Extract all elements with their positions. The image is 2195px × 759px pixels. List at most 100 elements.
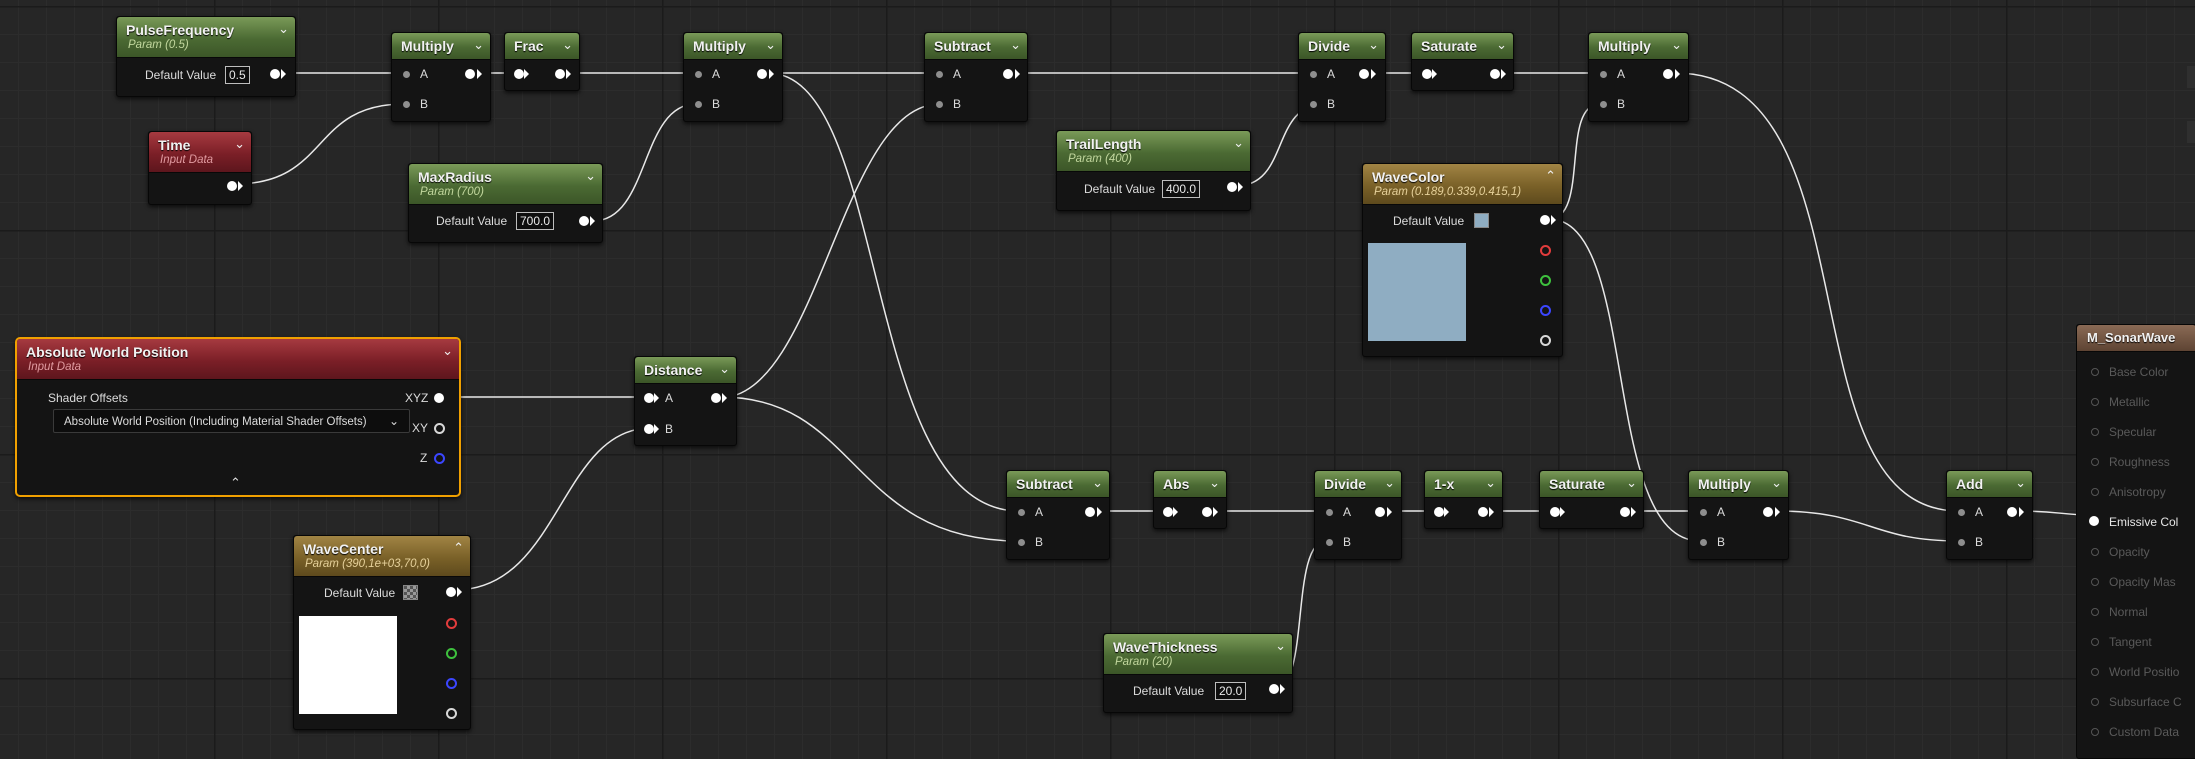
node-header[interactable]: Add ⌄	[1947, 471, 2032, 498]
node-header[interactable]: Absolute World Position Input Data ⌄	[17, 339, 459, 380]
node-header[interactable]: Time Input Data ⌄	[149, 132, 251, 173]
node-header[interactable]: WaveThickness Param (20) ⌄	[1104, 634, 1292, 675]
output-pin-r[interactable]	[446, 618, 457, 629]
node-frac[interactable]: Frac ⌄	[504, 32, 580, 91]
material-input-pin[interactable]	[2091, 608, 2099, 616]
node-header[interactable]: TrailLength Param (400) ⌄	[1057, 131, 1250, 172]
output-pin[interactable]	[270, 69, 280, 79]
input-pin-b[interactable]	[695, 101, 702, 108]
output-pin[interactable]	[465, 69, 475, 79]
material-input-pin[interactable]	[2089, 516, 2099, 526]
output-pin-rgb[interactable]	[1540, 215, 1550, 225]
node-wave-center[interactable]: WaveCenter Param (390,1e+03,70,0) ⌃ Defa…	[293, 535, 471, 730]
chevron-down-icon[interactable]: ⌄	[1671, 38, 1682, 52]
node-trail-length[interactable]: TrailLength Param (400) ⌄ Default Value …	[1056, 130, 1251, 211]
chevron-up-icon[interactable]: ⌃	[453, 541, 464, 555]
node-header[interactable]: Abs ⌄	[1154, 471, 1226, 498]
chevron-down-icon[interactable]: ⌄	[1368, 38, 1379, 52]
node-header[interactable]: Saturate ⌄	[1412, 33, 1513, 60]
scroll-tab-top[interactable]	[2187, 66, 2195, 88]
output-pin-a[interactable]	[1540, 335, 1551, 346]
output-pin[interactable]	[1490, 69, 1500, 79]
node-subtract-1[interactable]: Subtract ⌄ A B	[924, 32, 1028, 122]
output-pin[interactable]	[1663, 69, 1673, 79]
default-value-field[interactable]: 0.5	[225, 66, 250, 84]
input-pin-a[interactable]	[1958, 509, 1965, 516]
default-value-field[interactable]: 400.0	[1162, 180, 1201, 198]
output-pin-g[interactable]	[1540, 275, 1551, 286]
node-saturate-1[interactable]: Saturate ⌄	[1411, 32, 1514, 91]
node-wave-color[interactable]: WaveColor Param (0.189,0.339,0.415,1) ⌃ …	[1362, 163, 1563, 357]
output-pin-a[interactable]	[446, 708, 457, 719]
node-wave-thickness[interactable]: WaveThickness Param (20) ⌄ Default Value…	[1103, 633, 1293, 713]
chevron-down-icon[interactable]: ⌄	[1485, 476, 1496, 490]
node-header[interactable]: Subtract ⌄	[925, 33, 1027, 60]
input-pin-b[interactable]	[1958, 539, 1965, 546]
chevron-down-icon[interactable]: ⌄	[1496, 38, 1507, 52]
input-pin-b[interactable]	[644, 424, 654, 434]
node-pulse-frequency[interactable]: PulseFrequency Param (0.5) ⌄ Default Val…	[116, 16, 296, 97]
input-pin-a[interactable]	[936, 71, 943, 78]
output-pin[interactable]	[1227, 182, 1237, 192]
node-header[interactable]: Multiply ⌄	[392, 33, 490, 60]
node-time[interactable]: Time Input Data ⌄	[148, 131, 252, 205]
chevron-down-icon[interactable]: ⌄	[585, 169, 596, 183]
node-multiply-4[interactable]: Multiply ⌄ A B	[1688, 470, 1789, 560]
chevron-down-icon[interactable]: ⌄	[1384, 476, 1395, 490]
color-swatch-small[interactable]	[403, 585, 418, 600]
input-pin-b[interactable]	[936, 101, 943, 108]
chevron-down-icon[interactable]: ⌄	[1092, 476, 1103, 490]
input-pin[interactable]	[1163, 507, 1173, 517]
input-pin-b[interactable]	[1326, 539, 1333, 546]
node-header[interactable]: PulseFrequency Param (0.5) ⌄	[117, 17, 295, 58]
material-input-pin[interactable]	[2091, 728, 2099, 736]
material-input-pin[interactable]	[2091, 398, 2099, 406]
chevron-down-icon[interactable]: ⌄	[1771, 476, 1782, 490]
output-pin-b[interactable]	[446, 678, 457, 689]
output-pin[interactable]	[1269, 684, 1279, 694]
chevron-down-icon[interactable]: ⌄	[719, 362, 730, 376]
default-value-field[interactable]: 20.0	[1215, 682, 1247, 700]
node-header[interactable]: Multiply ⌄	[1689, 471, 1788, 498]
input-pin-b[interactable]	[1600, 101, 1607, 108]
node-distance[interactable]: Distance ⌄ A B	[634, 356, 737, 446]
chevron-up-icon[interactable]: ⌃	[1545, 169, 1556, 183]
chevron-down-icon[interactable]: ⌄	[442, 344, 453, 358]
output-pin[interactable]	[711, 393, 721, 403]
color-swatch-small[interactable]	[1474, 213, 1489, 228]
chevron-down-icon[interactable]: ⌄	[473, 38, 484, 52]
output-pin[interactable]	[1085, 507, 1095, 517]
node-header[interactable]: M_SonarWave	[2077, 325, 2195, 352]
output-pin[interactable]	[1478, 507, 1488, 517]
node-header[interactable]: Divide ⌄	[1299, 33, 1385, 60]
input-pin-a[interactable]	[1600, 71, 1607, 78]
output-pin-r[interactable]	[1540, 245, 1551, 256]
node-divide-2[interactable]: Divide ⌄ A B	[1314, 470, 1402, 560]
input-pin-b[interactable]	[1018, 539, 1025, 546]
input-pin-a[interactable]	[1700, 509, 1707, 516]
output-pin[interactable]	[555, 69, 565, 79]
node-header[interactable]: Multiply ⌄	[684, 33, 782, 60]
output-pin[interactable]	[1003, 69, 1013, 79]
node-subtract-2[interactable]: Subtract ⌄ A B	[1006, 470, 1110, 560]
node-saturate-2[interactable]: Saturate ⌄	[1539, 470, 1644, 529]
output-pin[interactable]	[1375, 507, 1385, 517]
output-pin-xyz[interactable]	[434, 393, 444, 403]
material-input-pin[interactable]	[2091, 578, 2099, 586]
output-pin-rgb[interactable]	[446, 587, 456, 597]
output-pin-b[interactable]	[1540, 305, 1551, 316]
node-one-minus[interactable]: 1-x ⌄	[1424, 470, 1503, 529]
input-pin-b[interactable]	[403, 101, 410, 108]
output-pin[interactable]	[579, 216, 589, 226]
input-pin[interactable]	[1434, 507, 1444, 517]
material-output-node[interactable]: M_SonarWave Base Color Metallic Specular Ro…	[2076, 324, 2195, 759]
output-pin-g[interactable]	[446, 648, 457, 659]
chevron-down-icon[interactable]: ⌄	[2015, 476, 2026, 490]
output-pin[interactable]	[757, 69, 767, 79]
input-pin-a[interactable]	[644, 393, 654, 403]
input-pin[interactable]	[514, 69, 524, 79]
default-value-field[interactable]: 700.0	[516, 212, 555, 230]
node-header[interactable]: Distance ⌄	[635, 357, 736, 384]
material-input-pin[interactable]	[2091, 488, 2099, 496]
output-pin[interactable]	[1359, 69, 1369, 79]
